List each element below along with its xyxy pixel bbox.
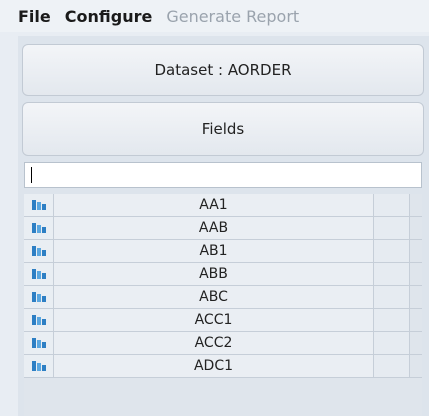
field-icon-cell — [24, 217, 54, 239]
field-extra-cell[interactable] — [374, 240, 410, 262]
field-search-input[interactable] — [32, 167, 421, 183]
field-type-icon — [31, 223, 46, 233]
field-type-icon — [31, 269, 46, 279]
field-icon-cell — [24, 332, 54, 354]
field-extra-cell[interactable] — [374, 263, 410, 285]
row-edge — [410, 286, 422, 308]
field-row[interactable]: AB1 — [24, 240, 422, 263]
field-extra-cell[interactable] — [374, 332, 410, 354]
field-row[interactable]: ADC1 — [24, 355, 422, 378]
dataset-button[interactable]: Dataset : AORDER — [22, 44, 424, 96]
field-row[interactable]: ABB — [24, 263, 422, 286]
field-icon-cell — [24, 194, 54, 216]
field-icon-cell — [24, 309, 54, 331]
menu-configure[interactable]: Configure — [65, 7, 153, 26]
field-name[interactable]: ADC1 — [54, 355, 374, 377]
field-type-icon — [31, 292, 46, 302]
field-icon-cell — [24, 355, 54, 377]
field-name[interactable]: ABB — [54, 263, 374, 285]
field-extra-cell[interactable] — [374, 217, 410, 239]
field-extra-cell[interactable] — [374, 286, 410, 308]
row-edge — [410, 309, 422, 331]
row-edge — [410, 240, 422, 262]
field-name[interactable]: ACC1 — [54, 309, 374, 331]
fields-label: Fields — [201, 120, 245, 138]
field-row[interactable]: AAB — [24, 217, 422, 240]
field-type-icon — [31, 361, 46, 371]
field-extra-cell[interactable] — [374, 355, 410, 377]
field-extra-cell[interactable] — [374, 194, 410, 216]
field-type-icon — [31, 315, 46, 325]
row-edge — [410, 263, 422, 285]
field-icon-cell — [24, 286, 54, 308]
menu-file[interactable]: File — [18, 7, 51, 26]
field-extra-cell[interactable] — [374, 309, 410, 331]
field-search-box[interactable] — [24, 162, 422, 188]
row-edge — [410, 217, 422, 239]
menu-bar: File Configure Generate Report — [0, 0, 429, 32]
field-name[interactable]: AAB — [54, 217, 374, 239]
field-row[interactable]: ACC1 — [24, 309, 422, 332]
field-type-icon — [31, 246, 46, 256]
field-row[interactable]: ACC2 — [24, 332, 422, 355]
field-list: AA1 AAB AB1 ABB ABC ACC1 ACC2 ADC1 — [24, 194, 422, 416]
field-type-icon — [31, 338, 46, 348]
field-name[interactable]: ABC — [54, 286, 374, 308]
field-name[interactable]: ACC2 — [54, 332, 374, 354]
row-edge — [410, 194, 422, 216]
dataset-label: Dataset : AORDER — [154, 61, 292, 79]
field-type-icon — [31, 200, 46, 210]
field-name[interactable]: AA1 — [54, 194, 374, 216]
field-name[interactable]: AB1 — [54, 240, 374, 262]
field-row[interactable]: ABC — [24, 286, 422, 309]
field-icon-cell — [24, 263, 54, 285]
field-icon-cell — [24, 240, 54, 262]
fields-button[interactable]: Fields — [22, 102, 424, 156]
row-edge — [410, 332, 422, 354]
field-row[interactable]: AA1 — [24, 194, 422, 217]
row-edge — [410, 355, 422, 377]
menu-generate-report[interactable]: Generate Report — [166, 7, 299, 26]
